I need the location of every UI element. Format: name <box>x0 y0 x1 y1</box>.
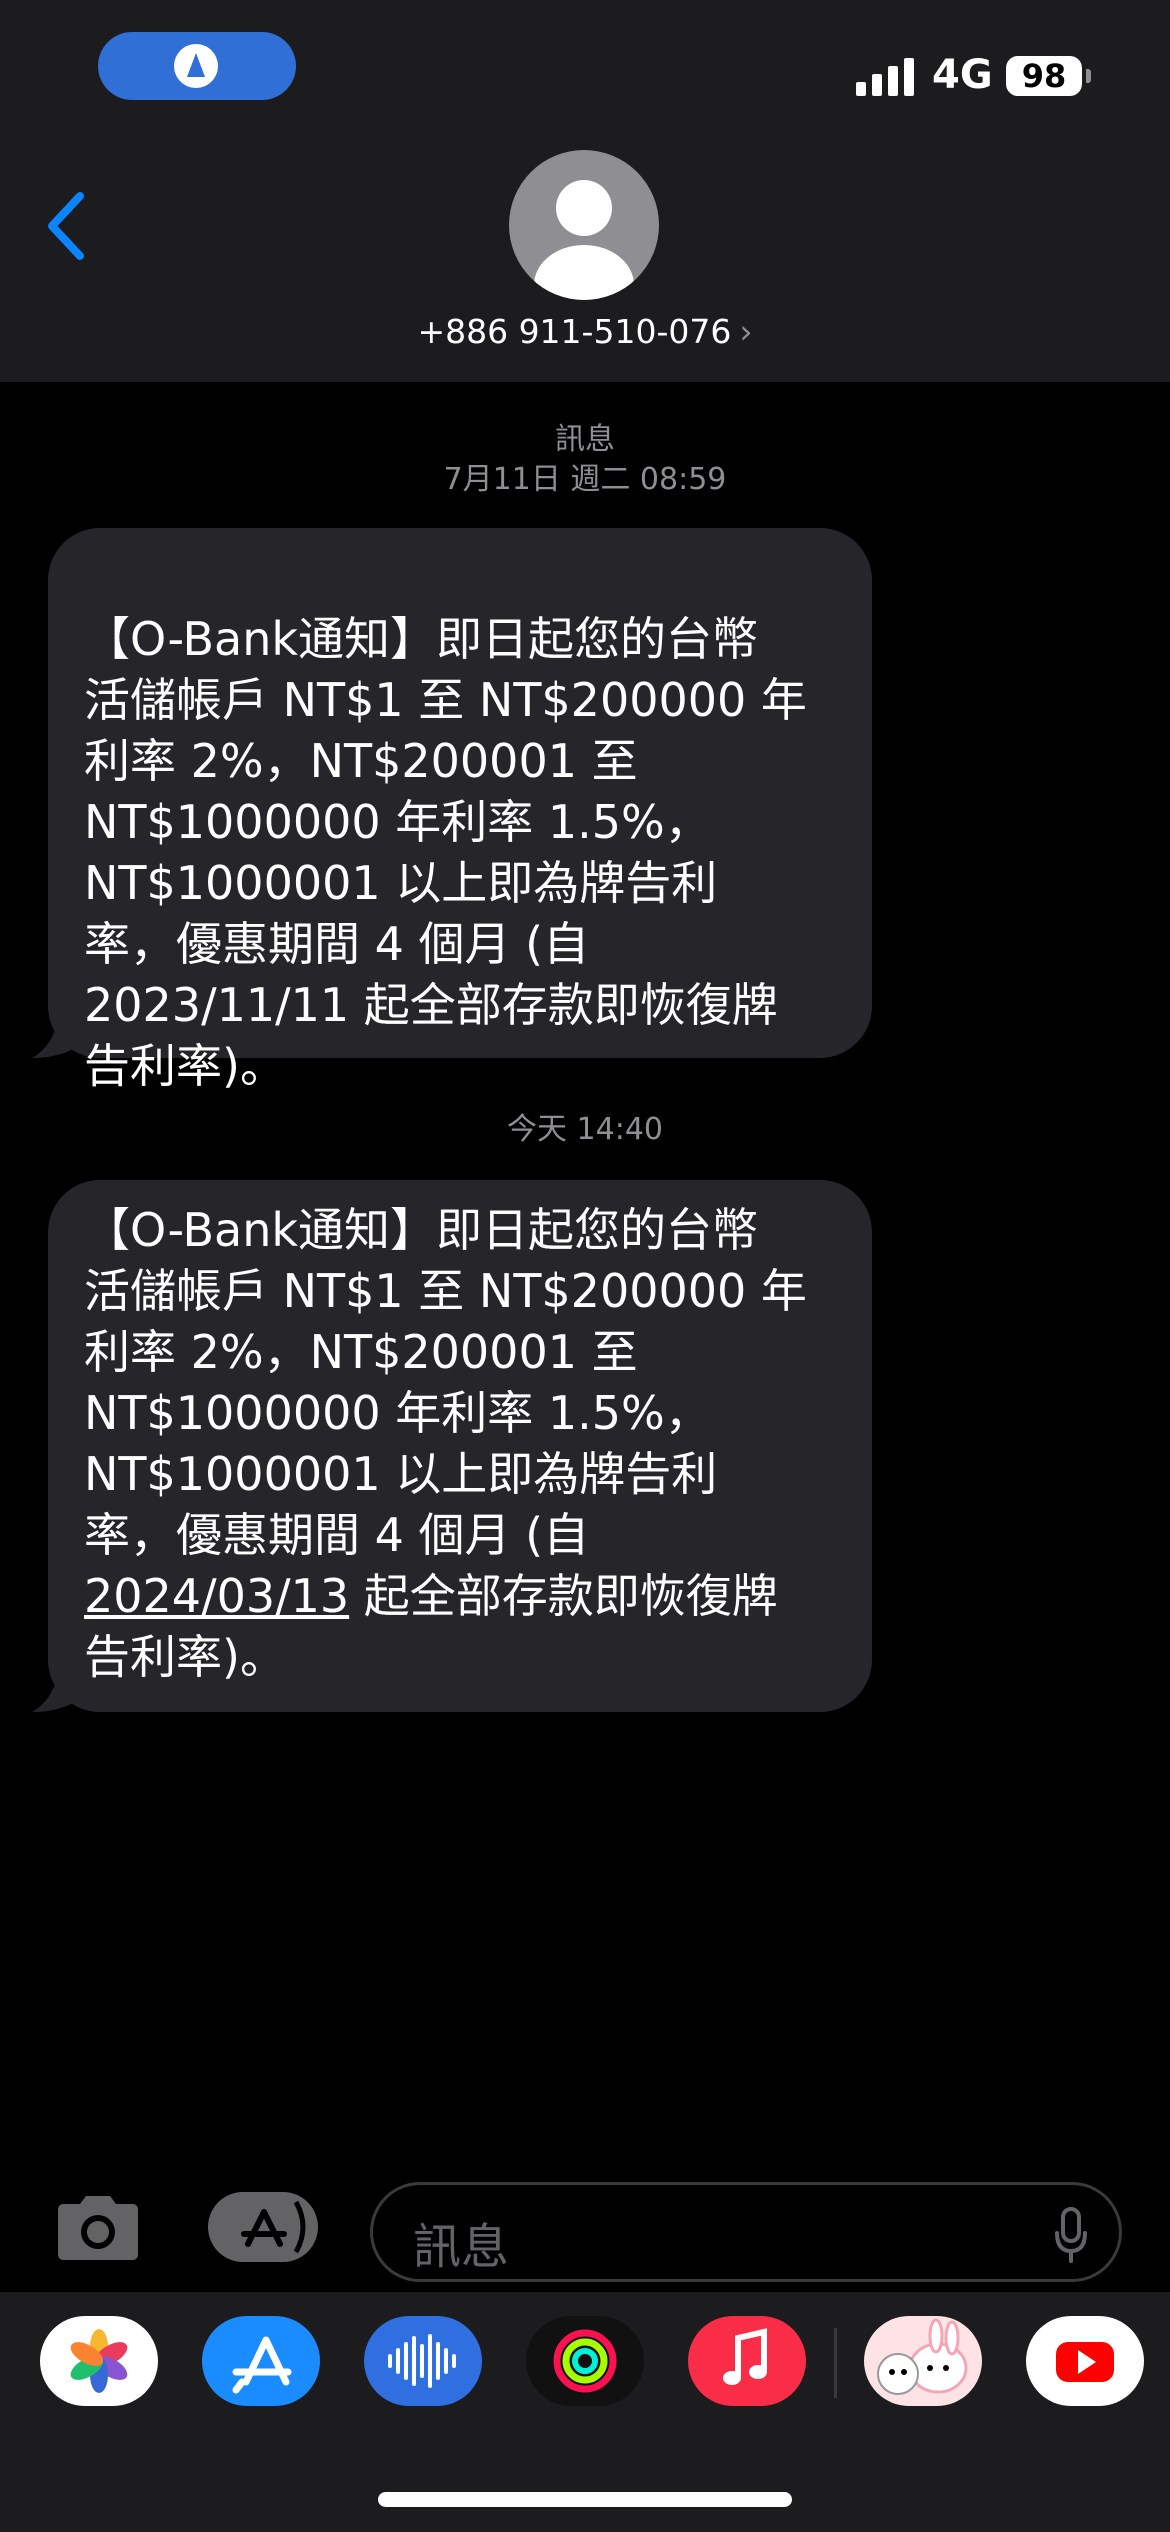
navigation-arrow-icon <box>174 44 218 88</box>
dock-divider <box>834 2328 837 2398</box>
home-indicator[interactable] <box>378 2492 792 2507</box>
app-store-icon <box>241 2200 306 2254</box>
back-chevron-icon[interactable] <box>42 186 92 266</box>
contact-phone-number: +886 911-510-076 <box>417 312 732 351</box>
app-drawer <box>0 2292 1170 2532</box>
cellular-signal-icon <box>856 56 914 96</box>
message-bubble[interactable]: 【O-Bank通知】即日起您的台幣 活儲帳戶 NT$1 至 NT$200000 … <box>48 1180 872 1712</box>
contact-name[interactable]: +886 911-510-076 › <box>0 312 1170 351</box>
photos-icon[interactable] <box>40 2316 158 2406</box>
voice-memos-icon[interactable] <box>364 2316 482 2406</box>
message-bubble[interactable]: 【O-Bank通知】即日起您的台幣 活儲帳戶 NT$1 至 NT$200000 … <box>48 528 872 1093</box>
app-store-icon[interactable] <box>202 2316 320 2406</box>
youtube-icon[interactable] <box>1026 2316 1144 2406</box>
conversation-header: 4G 98 +886 911-510-076 › <box>0 0 1170 382</box>
message-input-placeholder: 訊息 <box>413 2219 510 2275</box>
battery-level: 98 <box>1006 56 1082 96</box>
message-timestamp: 7月11日 週二 08:59 <box>443 462 727 497</box>
chevron-right-icon: › <box>739 312 753 351</box>
date-link[interactable]: 2024/03/13 <box>84 1569 349 1623</box>
apps-button[interactable] <box>208 2192 318 2262</box>
message-timestamp: 今天 14:40 <box>507 1112 663 1147</box>
location-pill[interactable] <box>98 32 296 100</box>
service-label: 訊息 <box>555 422 615 457</box>
microphone-icon[interactable] <box>1053 2207 1089 2263</box>
fitness-icon[interactable] <box>526 2316 644 2406</box>
message-composer: 訊息 <box>0 2170 1170 2290</box>
camera-icon[interactable] <box>52 2192 144 2262</box>
message-text: 【O-Bank通知】即日起您的台幣 活儲帳戶 NT$1 至 NT$200000 … <box>84 1203 807 1562</box>
message-text: 【O-Bank通知】即日起您的台幣 活儲帳戶 NT$1 至 NT$200000 … <box>84 612 807 1093</box>
sticker-icon[interactable] <box>864 2316 982 2406</box>
message-input[interactable]: 訊息 <box>370 2182 1122 2282</box>
battery-tip-icon <box>1086 69 1091 83</box>
network-type: 4G <box>932 52 993 98</box>
contact-avatar-icon[interactable] <box>509 150 659 300</box>
music-icon[interactable] <box>688 2316 806 2406</box>
